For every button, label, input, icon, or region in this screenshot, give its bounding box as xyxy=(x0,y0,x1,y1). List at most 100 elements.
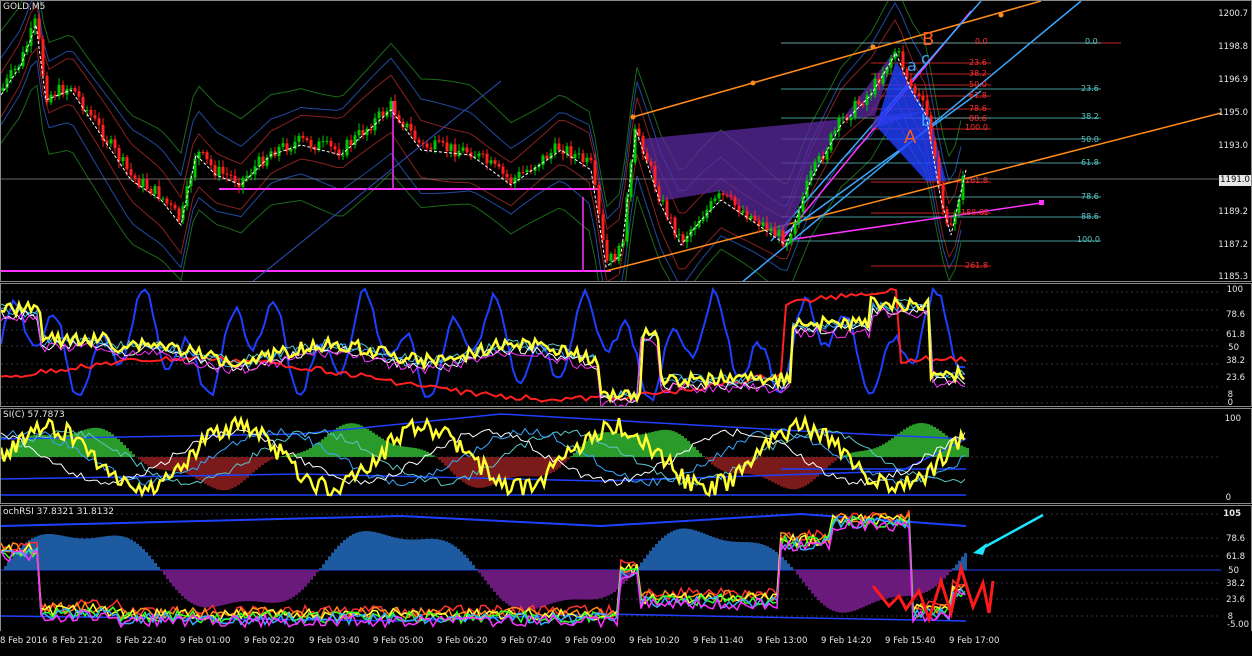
candle xyxy=(585,157,589,162)
stochrsi-histogram-bar xyxy=(322,564,325,570)
candle xyxy=(837,117,841,131)
rsi-histogram-bar xyxy=(147,457,150,466)
stochrsi-histogram-bar xyxy=(928,570,931,591)
stochrsi-histogram-bar xyxy=(52,534,55,570)
stochrsi-histogram-bar xyxy=(841,570,844,613)
stochrsi-histogram-bar xyxy=(709,536,712,570)
stochrsi-histogram-bar xyxy=(862,570,865,608)
stochrsi-histogram-bar xyxy=(952,568,955,570)
rsi-histogram-bar xyxy=(966,447,969,457)
candle xyxy=(465,147,469,153)
stochrsi-tick: -5.00 xyxy=(1227,620,1249,630)
candle xyxy=(725,195,729,197)
fib-retrace-label: 61.8 xyxy=(1081,158,1099,167)
rsi-histogram-bar xyxy=(777,457,780,485)
stochrsi-histogram-bar xyxy=(67,536,70,570)
anchor-point xyxy=(1039,200,1044,205)
candle xyxy=(169,203,173,205)
stochrsi-histogram-bar xyxy=(562,570,565,601)
candle xyxy=(321,141,325,143)
candle xyxy=(229,174,233,176)
time-label: 8 Feb 21:20 xyxy=(52,636,103,646)
stochrsi-histogram-bar xyxy=(13,554,16,570)
candle xyxy=(881,73,885,84)
candle xyxy=(477,153,481,157)
candle xyxy=(853,100,857,118)
stochrsi-histogram-bar xyxy=(655,543,658,570)
rsi-histogram-bar xyxy=(507,457,510,479)
stochrsi-histogram-bar xyxy=(829,570,832,610)
rsi-histogram-bar xyxy=(732,457,735,474)
stochrsi-histogram-bar xyxy=(163,570,166,575)
candle xyxy=(153,186,157,194)
trend-line xyxy=(252,80,502,281)
rsi-histogram-bar xyxy=(756,457,759,476)
price-chart-pane[interactable]: GOLD,M5 1200.7 1198.8 1196.9 1195.0 1193… xyxy=(0,0,1252,282)
stochrsi-histogram-bar xyxy=(151,559,154,570)
stochrsi-histogram-bar xyxy=(130,539,133,570)
rsi-histogram-bar xyxy=(201,457,204,483)
stochrsi-histogram-bar xyxy=(853,570,856,611)
candle xyxy=(101,124,105,141)
rsi-pane[interactable]: SI(C) 57.7873 100 0 xyxy=(0,408,1252,504)
stochrsi-histogram-bar xyxy=(454,546,457,570)
candle xyxy=(277,146,281,157)
rsi-histogram-bar xyxy=(906,427,909,457)
stoch-tick: 61.8 xyxy=(1226,330,1245,340)
time-label: 8 Feb 22:40 xyxy=(116,636,167,646)
rsi-histogram-bar xyxy=(702,456,705,457)
stochrsi-histogram-bar xyxy=(460,551,463,570)
candle xyxy=(601,214,605,240)
rsi-histogram-bar xyxy=(633,435,636,457)
stochrsi-histogram-bar xyxy=(268,570,271,603)
rsi-histogram-bar xyxy=(309,448,312,457)
candle xyxy=(901,51,905,70)
rsi-histogram-bar xyxy=(828,457,831,466)
stochrsi-histogram-bar xyxy=(235,570,238,603)
time-label: 9 Feb 11:40 xyxy=(693,636,744,646)
stochrsi-histogram-bar xyxy=(730,541,733,570)
pattern-label-B: B xyxy=(922,29,935,50)
stochrsi-histogram-bar xyxy=(400,538,403,570)
rsi-histogram-bar xyxy=(270,457,273,460)
candle xyxy=(797,212,801,222)
stochrsi-histogram-bar xyxy=(868,570,871,605)
stochastic-pane[interactable]: 100 78.6 61.8 50 38.2 23.6 8 0 xyxy=(0,283,1252,407)
candle xyxy=(345,139,349,156)
stochrsi-histogram-bar xyxy=(418,539,421,570)
rsi-histogram-bar xyxy=(237,457,240,485)
rsi-histogram-bar xyxy=(795,457,798,490)
stochrsi-histogram-bar xyxy=(238,570,241,602)
rsi-histogram-bar xyxy=(393,444,396,457)
stochrsi-histogram-bar xyxy=(187,570,190,602)
stochrsi-histogram-bar xyxy=(883,570,886,599)
stochrsi-histogram-bar xyxy=(766,546,769,570)
stochrsi-histogram-bar xyxy=(904,570,907,597)
candle xyxy=(485,153,489,164)
stochrsi-histogram-bar xyxy=(64,536,67,570)
rsi-histogram-bar xyxy=(930,425,933,457)
stochrsi-histogram-bar xyxy=(844,570,847,613)
rsi-histogram-bar xyxy=(417,448,420,457)
rsi-histogram-bar xyxy=(624,434,627,457)
rsi-histogram-bar xyxy=(867,449,870,457)
stochrsi-histogram-bar xyxy=(505,570,508,604)
candle xyxy=(541,155,545,165)
rsi-histogram-bar xyxy=(261,457,264,466)
rsi-histogram-bar xyxy=(912,424,915,457)
candle xyxy=(773,228,777,237)
stochrsi-histogram-bar xyxy=(748,542,751,570)
candle xyxy=(113,139,117,149)
fib-retrace-label: 88.6 xyxy=(1081,212,1099,221)
stochrsi-histogram-bar xyxy=(826,570,829,608)
stochrsi-histogram-bar xyxy=(358,531,361,570)
stochrsi-histogram-bar xyxy=(220,570,223,606)
time-label: 9 Feb 10:20 xyxy=(629,636,680,646)
candle xyxy=(741,210,745,213)
rsi-histogram-bar xyxy=(606,432,609,457)
rsi-histogram-bar xyxy=(198,457,201,481)
rsi-histogram-bar xyxy=(297,453,300,457)
stochrsi-pane[interactable]: ochRSI 37.8321 31.8132 105 78.6 61.8 50 … xyxy=(0,505,1252,632)
candle xyxy=(769,228,773,231)
stochrsi-histogram-bar xyxy=(643,558,646,570)
